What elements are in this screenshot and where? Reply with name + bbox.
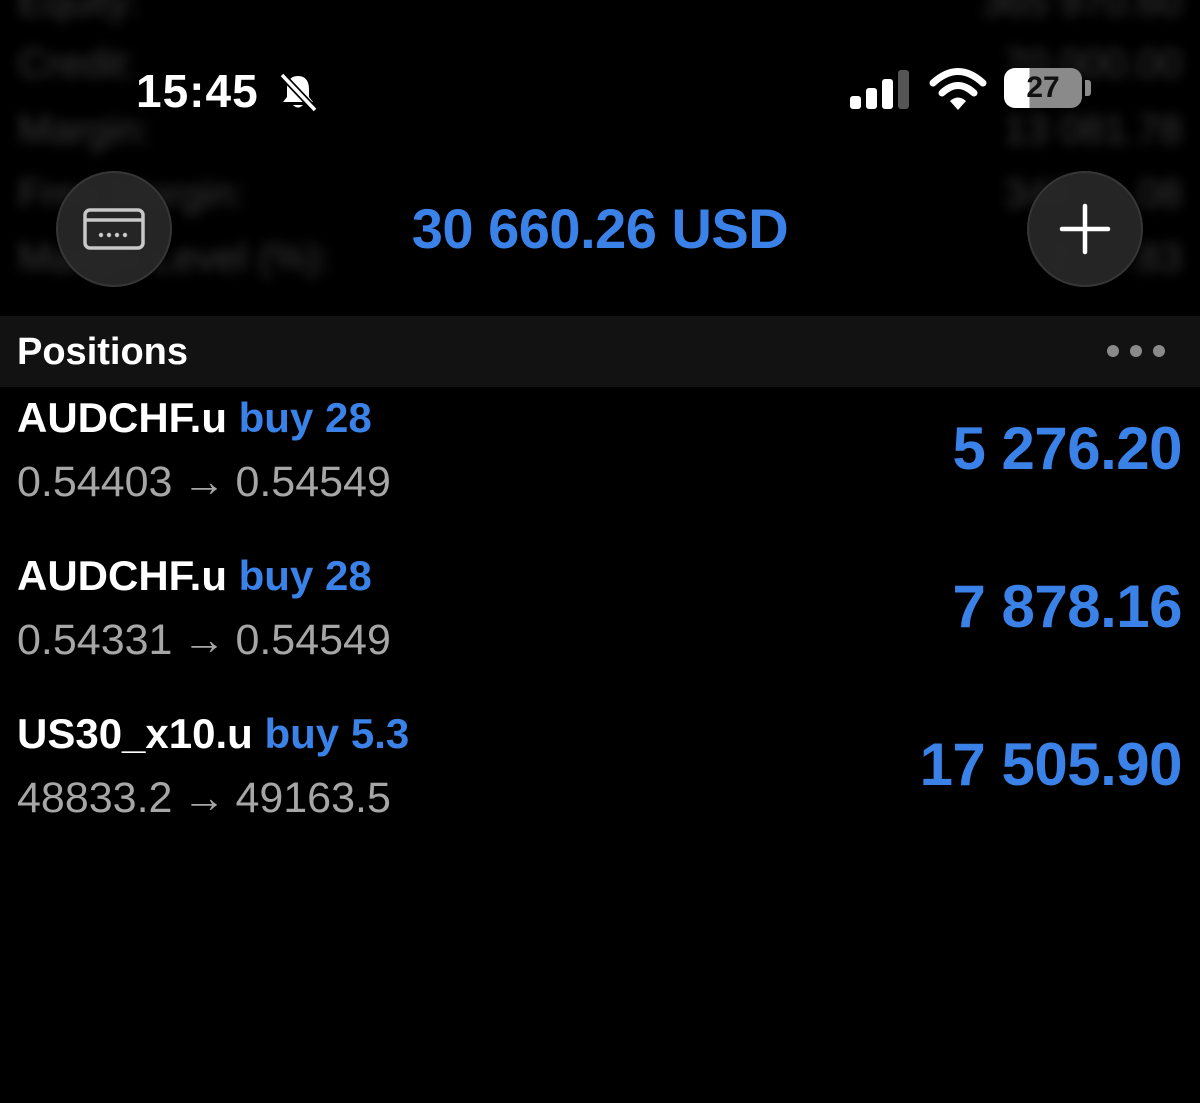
summary-value: 365 970.60 <box>981 0 1182 24</box>
battery-icon: 27 <box>1004 68 1082 108</box>
position-prices: 0.54403 → 0.54549 <box>17 458 391 507</box>
add-order-button[interactable] <box>1027 171 1143 287</box>
position-profit: 7 878.16 <box>952 573 1182 640</box>
account-balance: 30 660.26 USD <box>411 197 789 260</box>
status-bar: 15:45 27 <box>0 56 1200 126</box>
open-price: 0.54403 <box>17 458 173 506</box>
position-symbol: AUDCHF.u <box>17 552 227 599</box>
section-title: Positions <box>17 331 189 373</box>
status-time: 15:45 <box>136 65 259 117</box>
position-title: AUDCHF.u buy 28 <box>17 552 372 600</box>
arrow-right-icon: → <box>182 616 226 664</box>
position-row[interactable]: US30_x10.u buy 5.3 48833.2 → 49163.5 17 50… <box>0 710 1200 860</box>
plus-icon <box>1059 203 1111 255</box>
position-side: buy 5.3 <box>264 710 410 757</box>
current-price: 0.54549 <box>235 616 391 664</box>
position-symbol: AUDCHF.u <box>17 394 227 441</box>
position-row[interactable]: AUDCHF.u buy 28 0.54403 → 0.54549 5 276.20 <box>0 394 1200 544</box>
battery-cap <box>1085 80 1091 96</box>
position-side: buy 28 <box>238 394 372 441</box>
position-title: AUDCHF.u buy 28 <box>17 394 372 442</box>
position-profit: 5 276.20 <box>952 415 1182 482</box>
summary-label: Equity: <box>18 0 141 24</box>
wifi-icon <box>929 68 987 110</box>
position-symbol: US30_x10.u <box>17 710 253 757</box>
summary-row-equity: Equity: 365 970.60 <box>18 0 1182 25</box>
wallet-card-icon <box>83 208 145 250</box>
arrow-right-icon: → <box>182 774 226 822</box>
current-price: 0.54549 <box>235 458 391 506</box>
open-price: 48833.2 <box>17 774 173 822</box>
position-side: buy 28 <box>238 552 372 599</box>
more-horizontal-icon[interactable] <box>1106 344 1166 358</box>
position-row[interactable]: AUDCHF.u buy 28 0.54331 → 0.54549 7 878.16 <box>0 552 1200 702</box>
position-prices: 0.54331 → 0.54549 <box>17 616 391 665</box>
cellular-signal-icon <box>850 70 909 109</box>
arrow-right-icon: → <box>182 458 226 506</box>
position-title: US30_x10.u buy 5.3 <box>17 710 409 758</box>
wallet-button[interactable] <box>56 171 172 287</box>
positions-header: Positions <box>0 316 1200 387</box>
current-price: 49163.5 <box>235 774 391 822</box>
position-profit: 17 505.90 <box>919 731 1183 798</box>
position-prices: 48833.2 → 49163.5 <box>17 774 391 823</box>
trade-screen: Equity: 365 970.60 Credit: 70 000.00 Mar… <box>0 0 1200 1103</box>
bell-slash-icon <box>279 72 318 113</box>
open-price: 0.54331 <box>17 616 173 664</box>
battery-level: 27 <box>1026 71 1060 104</box>
